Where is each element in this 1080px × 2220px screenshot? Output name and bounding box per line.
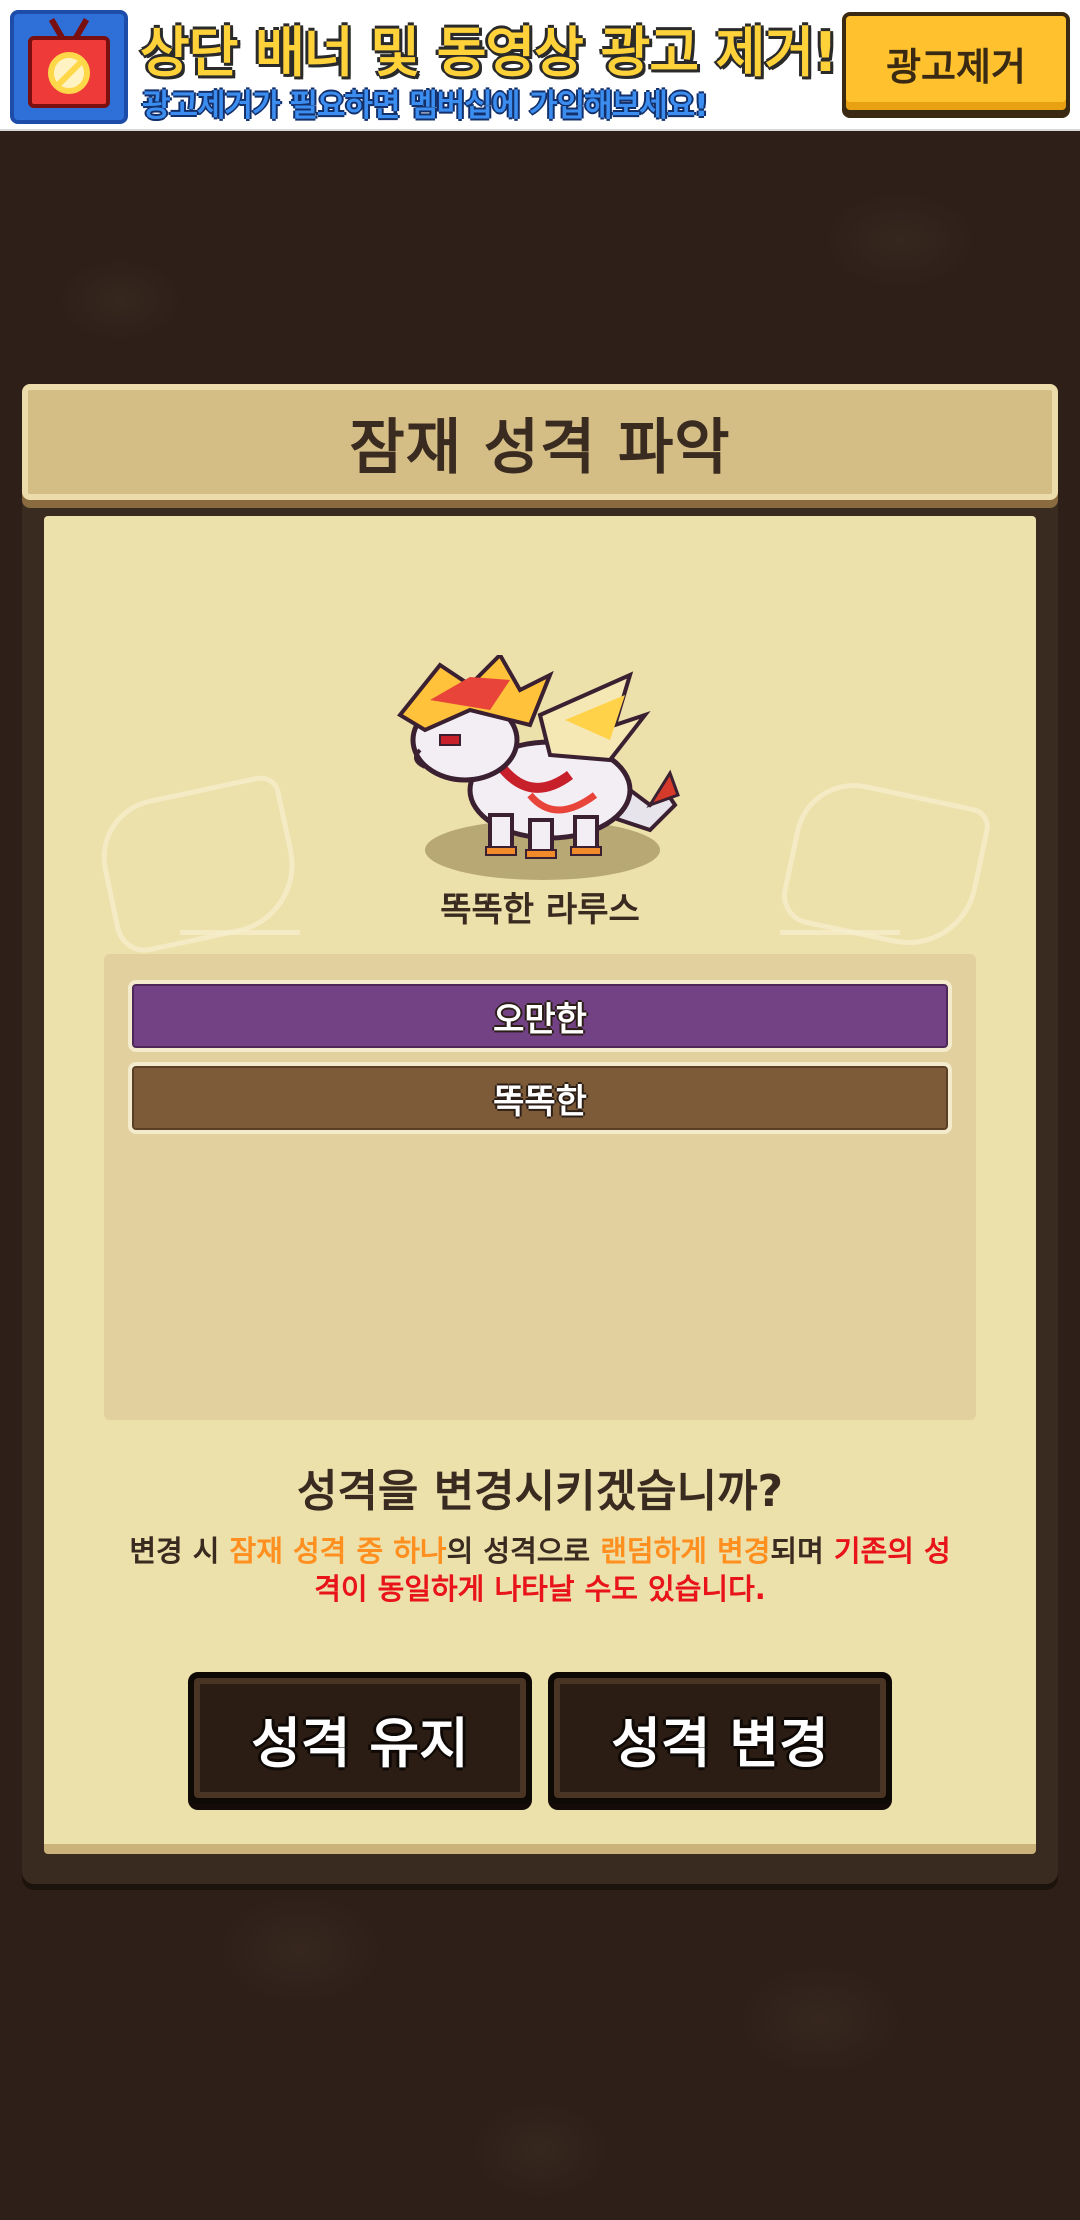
trait-item[interactable]: 똑똑한	[128, 1062, 952, 1134]
change-description: 변경 시 잠재 성격 중 하나의 성격으로 랜덤하게 변경되며 기존의 성격이 …	[120, 1532, 960, 1608]
ad-title: 상단 배너 및 동영상 광고 제거!	[140, 21, 838, 84]
desc-text: 변경 시	[129, 1534, 230, 1568]
dialog-title: 잠재 성격 파악	[349, 412, 731, 483]
remove-ads-button[interactable]: 광고제거	[842, 12, 1070, 114]
ad-banner[interactable]: 상단 배너 및 동영상 광고 제거! 광고제거가 필요하면 멤버십에 가입해보세…	[0, 0, 1080, 131]
trait-item-selected[interactable]: 오만한	[128, 980, 952, 1052]
trait-list: 오만한 똑똑한	[104, 954, 976, 1420]
desc-text: 되며	[770, 1534, 834, 1568]
pet-name: 똑똑한 라루스	[440, 890, 640, 930]
dragon-pet-sprite-icon	[380, 655, 680, 880]
change-personality-button[interactable]: 성격 변경	[548, 1672, 892, 1804]
dialog-header: 잠재 성격 파악	[22, 384, 1058, 500]
keep-personality-button[interactable]: 성격 유지	[188, 1672, 532, 1804]
no-ads-tv-icon	[10, 10, 128, 124]
desc-text: 의 성격으로	[446, 1534, 601, 1568]
desc-highlight: 랜덤하게 변경	[600, 1534, 771, 1568]
desc-highlight: 잠재 성격 중 하나	[229, 1534, 447, 1568]
ad-subtitle: 광고제거가 필요하면 멤버십에 가입해보세요!	[142, 88, 708, 124]
confirm-question: 성격을 변경시키겠습니까?	[296, 1466, 784, 1517]
